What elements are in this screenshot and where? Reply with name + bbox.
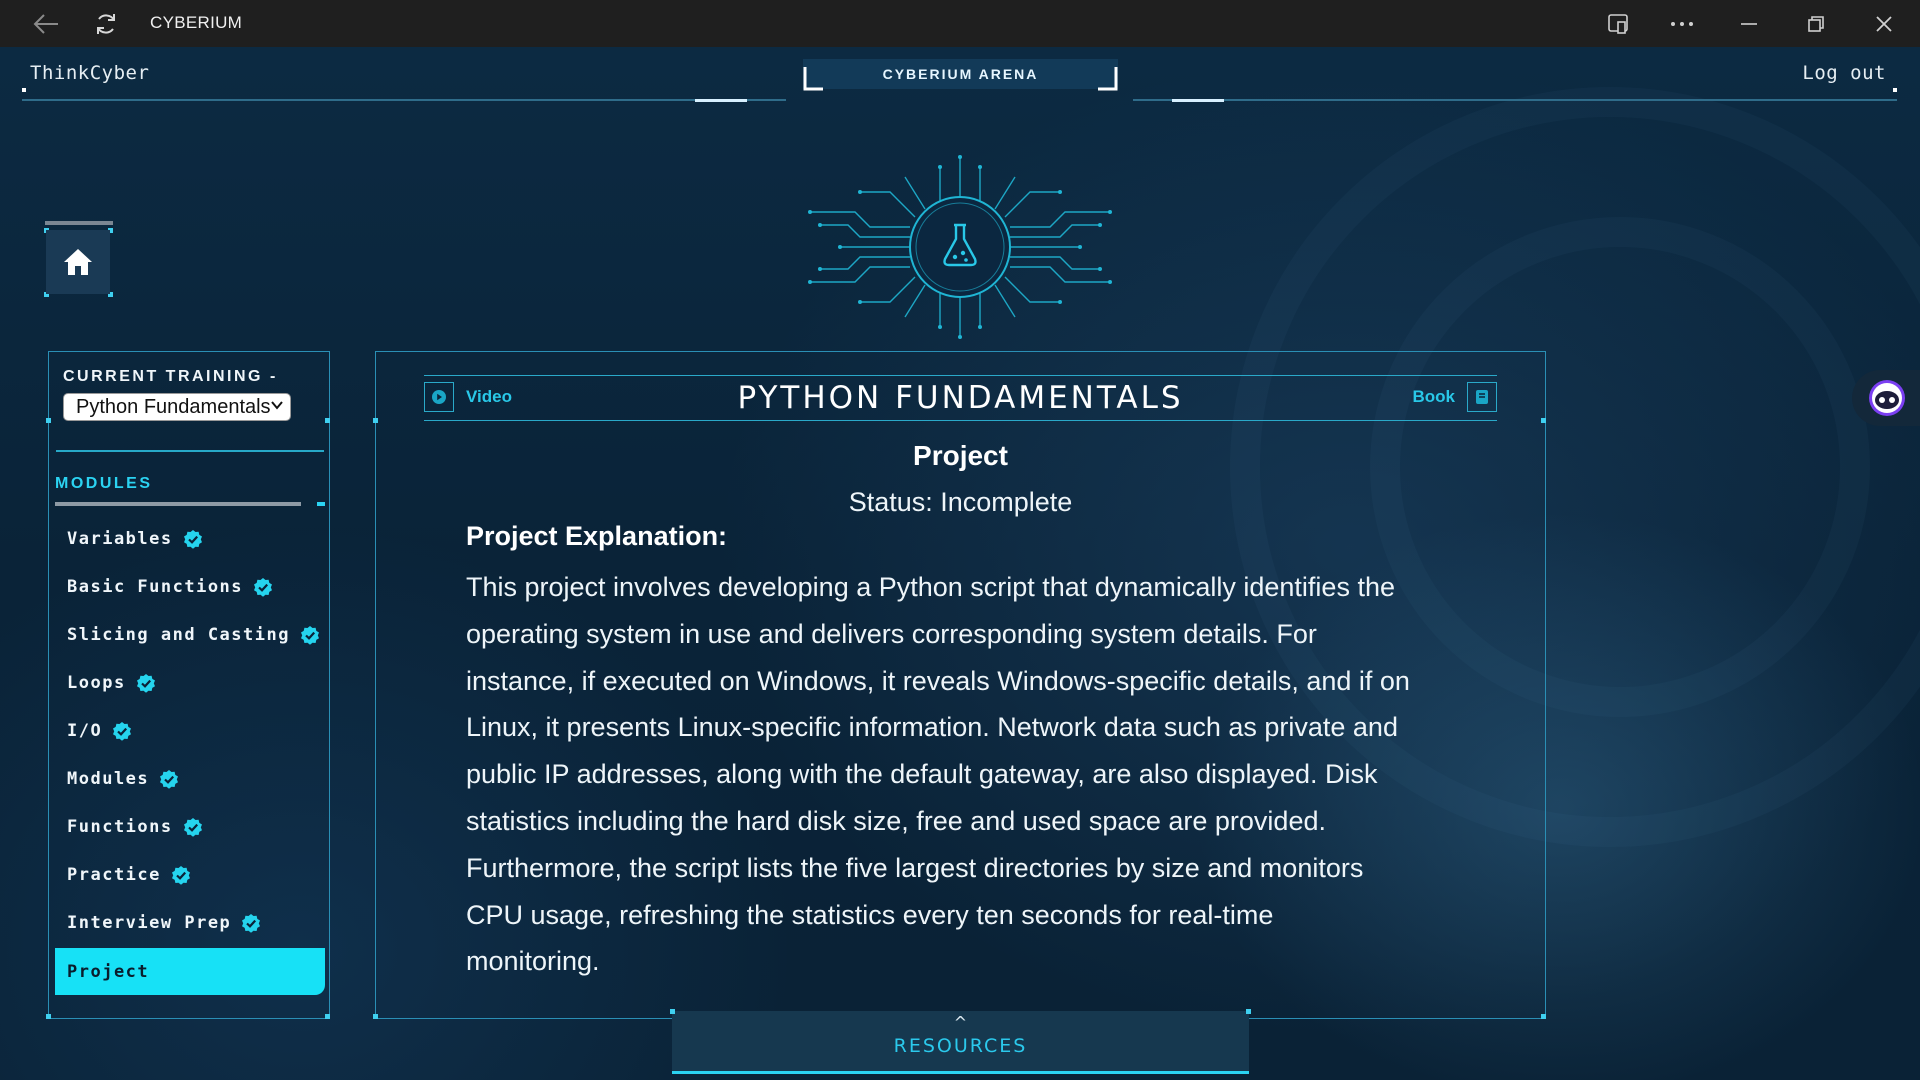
- brand-logo[interactable]: ThinkCyber: [30, 62, 149, 84]
- arena-tab-label: CYBERIUM ARENA: [882, 66, 1039, 82]
- training-sidebar: CURRENT TRAINING - Python Fundamentals M…: [46, 351, 330, 1019]
- header-accent: [695, 99, 747, 102]
- book-label: Book: [1412, 387, 1456, 406]
- module-list: Variables Basic Functions Slicing and Ca…: [55, 515, 325, 995]
- header-accent: [1172, 99, 1224, 102]
- module-label: Basic Functions: [67, 577, 244, 597]
- training-select-value: Python Fundamentals: [76, 395, 271, 418]
- training-select[interactable]: Python Fundamentals: [63, 393, 291, 421]
- explanation-line: Furthermore, the script lists the five l…: [466, 852, 1364, 883]
- corner-dot: [46, 418, 51, 423]
- corner-dot: [373, 1014, 378, 1019]
- book-icon: [1467, 382, 1497, 412]
- modules-underline: [55, 502, 301, 506]
- module-item-loops[interactable]: Loops: [55, 659, 325, 707]
- check-badge-icon: [160, 770, 179, 789]
- header-divider: [1133, 99, 1897, 101]
- back-arrow-icon[interactable]: [28, 8, 64, 40]
- module-label: I/O: [67, 721, 103, 741]
- header-divider: [22, 99, 786, 101]
- corner-dot: [373, 418, 378, 423]
- module-item-modules[interactable]: Modules: [55, 755, 325, 803]
- check-badge-icon: [183, 530, 202, 549]
- explanation-line: statistics including the hard disk size,…: [466, 805, 1326, 836]
- module-label: Project: [67, 961, 150, 982]
- more-icon[interactable]: [1664, 8, 1700, 40]
- refresh-icon[interactable]: [88, 6, 124, 42]
- explanation-line: CPU usage, refreshing the statistics eve…: [466, 899, 1274, 930]
- module-item-variables[interactable]: Variables: [55, 515, 325, 563]
- modules-underline-accent: [317, 502, 325, 506]
- home-button[interactable]: [46, 230, 110, 294]
- check-badge-icon: [242, 914, 261, 933]
- module-item-basic-functions[interactable]: Basic Functions: [55, 563, 325, 611]
- module-item-functions[interactable]: Functions: [55, 803, 325, 851]
- header-dot: [22, 88, 26, 92]
- explanation-line: This project involves developing a Pytho…: [466, 572, 1395, 602]
- logout-link[interactable]: Log out: [1802, 62, 1886, 84]
- module-label: Practice: [67, 865, 161, 885]
- home-accent-bar: [45, 221, 113, 225]
- check-badge-icon: [136, 674, 155, 693]
- explanation-line: operating system in use and delivers cor…: [466, 618, 1317, 649]
- explanation-line: public IP addresses, along with the defa…: [466, 759, 1378, 790]
- explanation-line: instance, if executed on Windows, it rev…: [466, 665, 1410, 696]
- arena-tab[interactable]: CYBERIUM ARENA: [803, 59, 1118, 89]
- check-badge-icon: [300, 626, 319, 645]
- explanation-line: Linux, it presents Linux-specific inform…: [466, 712, 1398, 743]
- explanation-line: monitoring.: [466, 946, 600, 977]
- module-label: Interview Prep: [67, 913, 232, 933]
- module-item-practice[interactable]: Practice: [55, 851, 325, 899]
- check-badge-icon: [254, 578, 273, 597]
- check-badge-icon: [113, 722, 132, 741]
- resources-tab[interactable]: ^ RESOURCES: [670, 1009, 1251, 1074]
- resources-label: RESOURCES: [893, 1035, 1028, 1057]
- app-canvas: ThinkCyber Log out CYBERIUM ARENA CURREN…: [0, 47, 1920, 1080]
- module-label: Loops: [67, 673, 126, 693]
- arena-corner-left: [803, 67, 823, 91]
- window-title: CYBERIUM: [150, 13, 243, 32]
- corner-dot: [46, 1014, 51, 1019]
- module-item-interview-prep[interactable]: Interview Prep: [55, 899, 325, 947]
- maximize-icon[interactable]: [1798, 8, 1834, 40]
- module-item-slicing-and-casting[interactable]: Slicing and Casting: [55, 611, 325, 659]
- modules-heading: MODULES: [55, 475, 153, 492]
- content-panel: Video PYTHON FUNDAMENTALS Book Project S…: [373, 351, 1546, 1019]
- sidebar-divider: [56, 450, 324, 452]
- module-label: Modules: [67, 769, 150, 789]
- module-label: Functions: [67, 817, 173, 837]
- home-icon: [64, 249, 92, 275]
- explanation-body: This project involves developing a Pytho…: [466, 564, 1466, 985]
- current-training-label: CURRENT TRAINING -: [63, 368, 278, 385]
- flask-icon: [808, 155, 1112, 339]
- assistant-icon: [1869, 380, 1905, 416]
- module-label: Slicing and Casting: [67, 625, 290, 645]
- corner-dot: [1541, 418, 1546, 423]
- arena-corner-right: [1098, 67, 1118, 91]
- window-titlebar: CYBERIUM: [0, 0, 1920, 47]
- corner-dot: [325, 1014, 330, 1019]
- corner-dot: [325, 418, 330, 423]
- caret-up-icon: ^: [953, 1013, 968, 1032]
- course-header: Video PYTHON FUNDAMENTALS Book: [424, 375, 1497, 421]
- module-label: Variables: [67, 529, 173, 549]
- check-badge-icon: [171, 866, 190, 885]
- chevron-down-icon: [270, 398, 284, 415]
- minimize-icon[interactable]: [1731, 8, 1767, 40]
- header-dot: [1893, 88, 1897, 92]
- check-badge-icon: [183, 818, 202, 837]
- module-item-io[interactable]: I/O: [55, 707, 325, 755]
- resources-underline: [672, 1071, 1249, 1074]
- course-title: PYTHON FUNDAMENTALS: [737, 380, 1184, 416]
- module-item-project[interactable]: Project: [55, 948, 325, 995]
- cast-icon[interactable]: [1600, 8, 1636, 40]
- project-status: Status: Incomplete: [848, 487, 1073, 517]
- explanation-heading: Project Explanation:: [466, 521, 728, 551]
- close-icon[interactable]: [1866, 8, 1902, 40]
- book-button[interactable]: Book: [1412, 382, 1497, 412]
- assistant-button[interactable]: [1852, 370, 1920, 426]
- project-title: Project: [913, 440, 1008, 471]
- corner-dot: [1541, 1014, 1546, 1019]
